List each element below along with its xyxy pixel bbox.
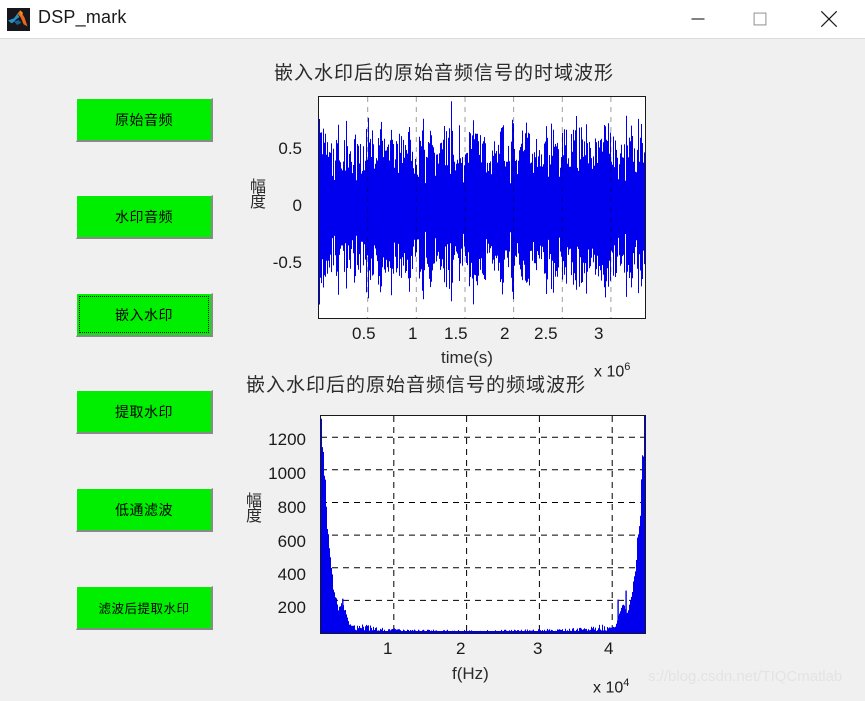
- time-domain-ytick-2: -0.5: [272, 253, 302, 272]
- frequency-domain-spectrum: [321, 416, 645, 633]
- frequency-domain-ytick-0: 200: [277, 598, 306, 617]
- close-button[interactable]: [806, 0, 852, 37]
- frequency-domain-axes: [320, 415, 646, 634]
- original-audio-button[interactable]: 原始音频: [76, 98, 213, 142]
- watermark-audio-button-label: 水印音频: [115, 209, 173, 226]
- frequency-domain-x-exponent-power: 4: [623, 677, 630, 689]
- lowpass-filter-button[interactable]: 低通滤波: [76, 488, 213, 532]
- frequency-domain-x-exponent: x 104: [593, 677, 629, 697]
- frequency-domain-ytick-5: 1200: [268, 430, 306, 449]
- csdn-watermark: s://blog.csdn.net/TIQCmatlab: [648, 668, 843, 685]
- extract-after-filter-button-label: 滤波后提取水印: [98, 601, 190, 616]
- lowpass-filter-button-label: 低通滤波: [115, 502, 173, 519]
- maximize-button[interactable]: [737, 0, 783, 37]
- frequency-domain-ytick-3: 800: [277, 498, 306, 517]
- matlab-logo-icon: [7, 8, 30, 31]
- time-domain-ytick-0: 0.5: [278, 139, 302, 158]
- frequency-domain-ytick-4: 1000: [268, 464, 306, 483]
- original-audio-button-label: 原始音频: [115, 112, 173, 129]
- time-domain-xlabel: time(s): [441, 348, 493, 367]
- frequency-domain-x-exponent-base: x 10: [593, 679, 624, 697]
- frequency-domain-xtick-1: 2: [456, 639, 466, 658]
- frequency-domain-xtick-3: 4: [604, 639, 614, 658]
- time-domain-xtick-0: 0.5: [352, 324, 376, 343]
- frequency-domain-ytick-1: 400: [277, 565, 306, 584]
- frequency-domain-xtick-0: 1: [383, 639, 393, 658]
- window-title: DSP_mark: [38, 7, 127, 27]
- watermark-audio-button[interactable]: 水印音频: [76, 195, 213, 239]
- extract-after-filter-button[interactable]: 滤波后提取水印: [76, 586, 213, 630]
- minimize-button[interactable]: [675, 0, 721, 37]
- frequency-domain-xlabel: f(Hz): [452, 664, 489, 683]
- time-domain-x-exponent: x 106: [594, 361, 630, 381]
- embed-watermark-button[interactable]: 嵌入水印: [76, 293, 213, 337]
- time-domain-ytick-1: 0: [292, 196, 302, 215]
- time-domain-xtick-3: 2: [500, 324, 510, 343]
- time-domain-axes: [318, 96, 646, 319]
- time-domain-waveform: [319, 97, 645, 318]
- embed-watermark-button-label: 嵌入水印: [115, 307, 173, 324]
- time-domain-xtick-4: 2.5: [534, 324, 558, 343]
- time-domain-x-exponent-base: x 10: [594, 363, 625, 381]
- time-domain-plot-title: 嵌入水印后的原始音频信号的时域波形: [274, 62, 615, 84]
- time-domain-xtick-1: 1: [408, 324, 418, 343]
- extract-watermark-button-label: 提取水印: [115, 404, 173, 421]
- frequency-domain-plot-title: 嵌入水印后的原始音频信号的频域波形: [246, 374, 587, 396]
- frequency-domain-xtick-2: 3: [533, 639, 543, 658]
- extract-watermark-button[interactable]: 提取水印: [76, 390, 213, 434]
- time-domain-xtick-2: 1.5: [444, 324, 468, 343]
- title-bar: DSP_mark: [0, 0, 865, 39]
- time-domain-xtick-5: 3: [594, 324, 604, 343]
- time-domain-x-exponent-power: 6: [624, 361, 631, 373]
- matlab-gui-window: DSP_mark 原始音频 水印音频 嵌入水印 提取水印 低通滤波 滤波后提取水…: [0, 0, 865, 701]
- frequency-domain-ytick-2: 600: [277, 532, 306, 551]
